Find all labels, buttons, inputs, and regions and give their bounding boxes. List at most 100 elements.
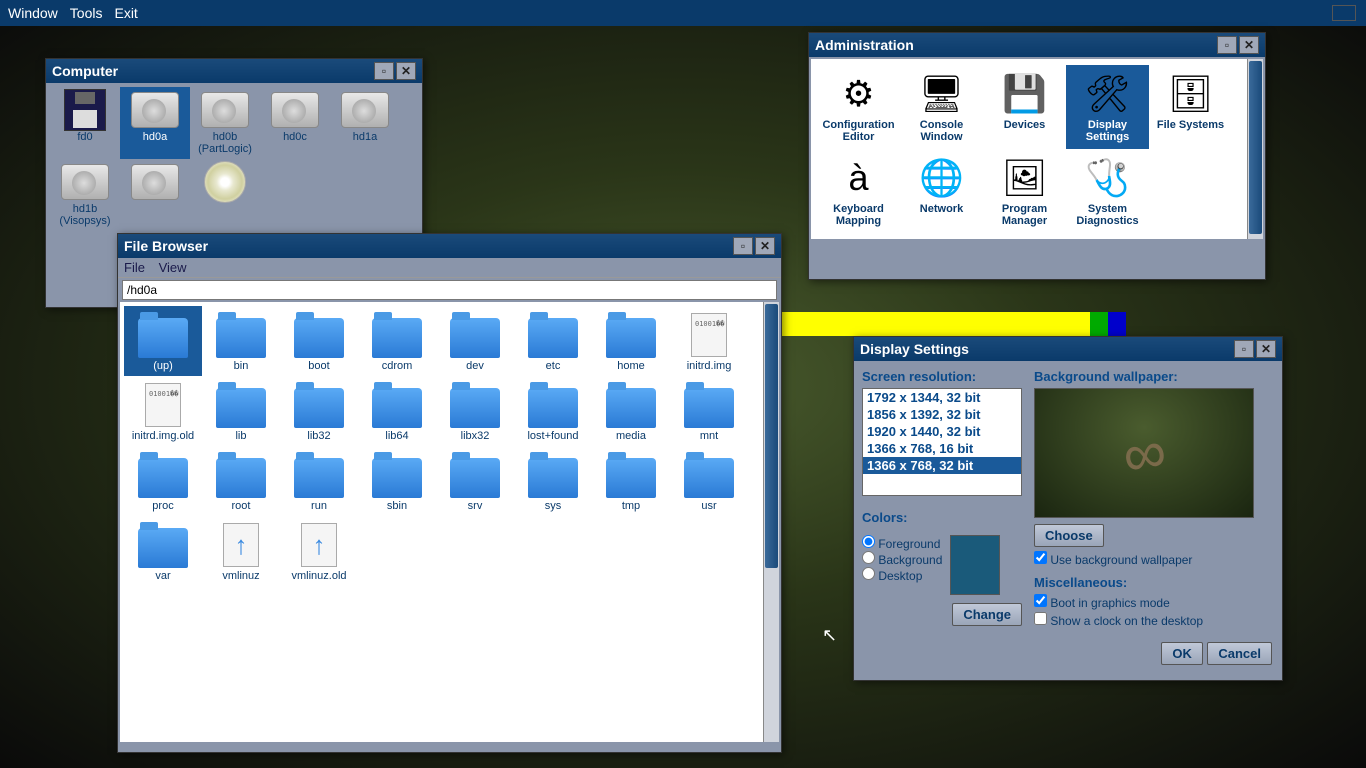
folder-icon [372,318,422,358]
scrollbar[interactable] [1247,59,1263,239]
file-item[interactable]: cdrom [358,306,436,376]
close-button[interactable]: ✕ [396,62,416,80]
file-item[interactable]: sbin [358,446,436,516]
tray-minimize-icon[interactable] [1332,5,1356,21]
file-item[interactable]: bin [202,306,280,376]
drive-item[interactable]: hd1a [330,87,400,159]
titlebar-file-browser[interactable]: File Browser ▫ ✕ [118,234,781,258]
admin-item[interactable]: 🗄File Systems [1149,65,1232,149]
admin-item[interactable]: àKeyboard Mapping [817,149,900,233]
file-item[interactable]: lib [202,376,280,446]
change-button[interactable]: Change [952,603,1022,626]
file-item[interactable]: (up) [124,306,202,376]
file-item[interactable]: root [202,446,280,516]
resolution-option[interactable]: 1366 x 768, 16 bit [863,440,1021,457]
file-label: sbin [360,500,434,512]
file-icon [691,313,727,357]
file-item[interactable]: libx32 [436,376,514,446]
menu-window[interactable]: Window [8,5,58,21]
file-item[interactable]: lost+found [514,376,592,446]
close-button[interactable]: ✕ [755,237,775,255]
file-label: lib [204,430,278,442]
drive-item[interactable]: hd0a [120,87,190,159]
file-item[interactable]: initrd.img [670,306,748,376]
check-use-wallpaper[interactable]: Use background wallpaper [1034,551,1274,567]
resolution-list[interactable]: 1792 x 1344, 32 bit1856 x 1392, 32 bit19… [862,388,1022,496]
admin-item[interactable]: 🖥Console Window [900,65,983,149]
titlebar-administration[interactable]: Administration ▫ ✕ [809,33,1265,57]
hdd-icon [131,163,179,201]
file-item[interactable]: mnt [670,376,748,446]
resolution-option[interactable]: 1856 x 1392, 32 bit [863,406,1021,423]
file-item[interactable]: sys [514,446,592,516]
file-item[interactable]: media [592,376,670,446]
resolution-option[interactable]: 1366 x 768, 32 bit [863,457,1021,474]
folder-icon [138,318,188,358]
file-item[interactable]: tmp [592,446,670,516]
folder-icon [216,388,266,428]
radio-background[interactable]: Background [862,551,942,567]
scrollbar[interactable] [763,302,779,742]
file-item[interactable]: run [280,446,358,516]
file-label: lib64 [360,430,434,442]
titlebar-display-settings[interactable]: Display Settings ▫ ✕ [854,337,1282,361]
drive-item[interactable] [120,159,190,231]
check-boot-graphics[interactable]: Boot in graphics mode [1034,594,1274,610]
minimize-button[interactable]: ▫ [374,62,394,80]
drive-item[interactable] [190,159,260,231]
file-item[interactable]: boot [280,306,358,376]
file-item[interactable]: dev [436,306,514,376]
drive-item[interactable]: hd0c [260,87,330,159]
check-show-clock[interactable]: Show a clock on the desktop [1034,612,1274,628]
file-item[interactable]: usr [670,446,748,516]
floppy-icon [61,91,109,129]
admin-item[interactable]: 🖼Program Manager [983,149,1066,233]
path-input[interactable] [122,280,777,300]
resolution-option[interactable]: 1920 x 1440, 32 bit [863,423,1021,440]
admin-item[interactable]: 🩺System Diagnostics [1066,149,1149,233]
minimize-button[interactable]: ▫ [1217,36,1237,54]
file-label: boot [282,360,356,372]
file-item[interactable]: srv [436,446,514,516]
file-item[interactable]: home [592,306,670,376]
file-item[interactable]: initrd.img.old [124,376,202,446]
titlebar-computer[interactable]: Computer ▫ ✕ [46,59,422,83]
drive-item[interactable]: hd1b (Visopsys) [50,159,120,231]
file-item[interactable]: proc [124,446,202,516]
admin-label: Keyboard Mapping [819,203,898,227]
file-item[interactable]: ↑vmlinuz [202,516,280,586]
menu-tools[interactable]: Tools [70,5,103,21]
file-arrow-icon: ↑ [301,523,337,567]
admin-item[interactable]: 💾Devices [983,65,1066,149]
menu-exit[interactable]: Exit [114,5,137,21]
admin-item[interactable]: 🛠Display Settings [1066,65,1149,149]
radio-desktop[interactable]: Desktop [862,567,942,583]
file-item[interactable]: etc [514,306,592,376]
folder-icon [684,388,734,428]
admin-label: Display Settings [1068,119,1147,143]
drive-item[interactable]: hd0b (PartLogic) [190,87,260,159]
resolution-option[interactable]: 1792 x 1344, 32 bit [863,389,1021,406]
admin-item[interactable]: ⚙Configuration Editor [817,65,900,149]
close-button[interactable]: ✕ [1239,36,1259,54]
cancel-button[interactable]: Cancel [1207,642,1272,665]
choose-button[interactable]: Choose [1034,524,1104,547]
color-bar [780,312,1140,336]
file-item[interactable]: var [124,516,202,586]
file-browser-content: (up)binbootcdromdevetchomeinitrd.img init… [120,302,779,742]
minimize-button[interactable]: ▫ [1234,340,1254,358]
folder-icon [606,388,656,428]
radio-foreground[interactable]: Foreground [862,535,942,551]
minimize-button[interactable]: ▫ [733,237,753,255]
ok-button[interactable]: OK [1161,642,1203,665]
file-item[interactable]: ↑vmlinuz.old [280,516,358,586]
admin-item[interactable]: 🌐Network [900,149,983,233]
close-button[interactable]: ✕ [1256,340,1276,358]
fb-menu-file[interactable]: File [124,260,145,275]
file-label: srv [438,500,512,512]
file-item[interactable]: lib32 [280,376,358,446]
drive-label: fd0 [52,131,118,143]
file-item[interactable]: lib64 [358,376,436,446]
drive-item[interactable]: fd0 [50,87,120,159]
fb-menu-view[interactable]: View [159,260,187,275]
